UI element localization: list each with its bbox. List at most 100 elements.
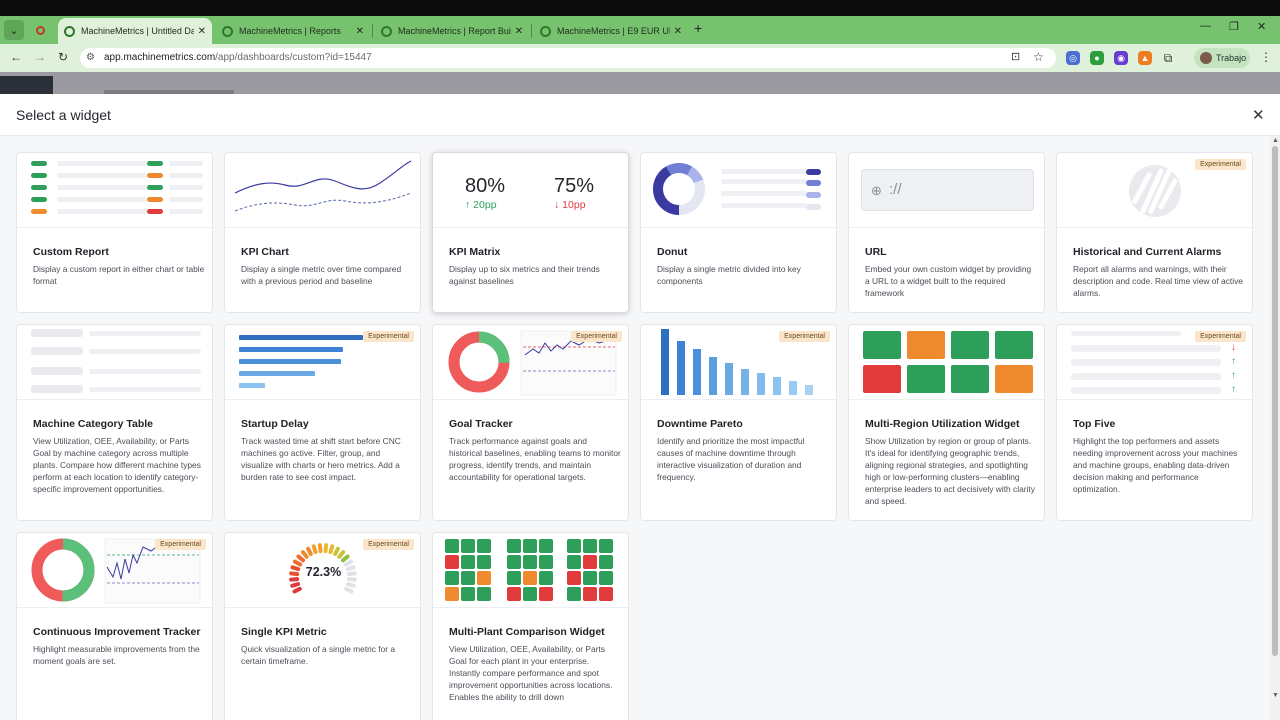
reload-icon[interactable]: ↻	[58, 50, 68, 64]
widget-title: Goal Tracker	[449, 418, 513, 430]
widget-card-kpi-chart[interactable]: KPI Chart Display a single metric over t…	[224, 152, 421, 313]
plant-tile	[507, 587, 521, 601]
widget-title: Machine Category Table	[33, 418, 154, 430]
widget-card-donut[interactable]: Donut Display a single metric divided in…	[640, 152, 837, 313]
tab-search-icon[interactable]: ⌄	[4, 20, 24, 40]
scroll-up-icon[interactable]: ▲	[1272, 137, 1279, 144]
alarms-preview: Experimental	[1057, 153, 1252, 228]
profile-button[interactable]: Trabajo	[1194, 48, 1250, 68]
plant-tile	[507, 571, 521, 585]
tab-reports[interactable]: MachineMetrics | Reports ✕	[216, 18, 370, 44]
gauge-segment	[340, 554, 350, 563]
widget-card-url[interactable]: ⊕ :// URL Embed your own custom widget b…	[848, 152, 1045, 313]
bookmark-star-icon[interactable]: ☆	[1033, 50, 1044, 64]
gauge-segment	[306, 546, 313, 557]
extension-icon-2[interactable]: ●	[1090, 51, 1104, 65]
widget-description: Quick visualization of a single metric f…	[241, 644, 396, 666]
widget-description: Identify and prioritize the most impactf…	[657, 436, 805, 482]
arrow-up-icon: ↑	[1231, 356, 1236, 367]
tab-separator	[531, 24, 532, 38]
widget-card-multi-plant-comparison[interactable]: Multi-Plant Comparison Widget View Utili…	[432, 532, 629, 720]
widget-description: View Utilization, OEE, Availability, or …	[33, 436, 201, 494]
widget-description: Embed your own custom widget by providin…	[865, 264, 1032, 298]
plant-tile	[567, 571, 581, 585]
continuous-improvement-preview: Experimental	[17, 533, 212, 608]
widget-grid: Custom Report Display a custom report in…	[0, 136, 1270, 720]
minimize-icon[interactable]: —	[1200, 20, 1211, 32]
experimental-badge: Experimental	[571, 331, 622, 342]
new-tab-icon[interactable]: +	[694, 20, 702, 36]
gauge-segment	[290, 582, 300, 588]
plant-tile	[445, 555, 459, 569]
widget-card-historical-alarms[interactable]: Experimental Historical and Current Alar…	[1056, 152, 1253, 313]
avatar	[1200, 52, 1212, 64]
extensions-puzzle-icon[interactable]: ⧉	[1161, 51, 1175, 65]
gauge-segment	[328, 544, 335, 555]
widget-card-custom-report[interactable]: Custom Report Display a custom report in…	[16, 152, 213, 313]
plant-tile	[523, 555, 537, 569]
widget-description: Display up to six metrics and their tren…	[449, 264, 600, 286]
record-icon[interactable]	[30, 20, 50, 40]
widget-card-startup-delay[interactable]: Experimental Startup Delay Track wasted …	[224, 324, 421, 521]
plant-tile	[461, 539, 475, 553]
single-kpi-preview: Experimental 72.3%	[225, 533, 420, 608]
machinemetrics-favicon-icon	[381, 25, 392, 37]
plant-tile	[461, 571, 475, 585]
tab-untitled-dash[interactable]: MachineMetrics | Untitled Dash ✕	[58, 18, 212, 44]
url-input[interactable]: ⚙ app.machinemetrics.com/app/dashboards/…	[80, 48, 1056, 68]
plant-tile	[599, 587, 613, 601]
experimental-badge: Experimental	[1195, 331, 1246, 342]
widget-title: Donut	[657, 246, 688, 258]
extension-icon-3[interactable]: ◉	[1114, 51, 1128, 65]
widget-card-kpi-matrix[interactable]: 80% ↑ 20pp 75% ↓ 10pp KPI Matrix Display…	[432, 152, 629, 313]
plant-tile	[477, 539, 491, 553]
widget-card-downtime-pareto[interactable]: Experimental Downtime Pareto Identify an…	[640, 324, 837, 521]
goal-tracker-preview: Experimental	[433, 325, 628, 400]
multi-plant-preview	[433, 533, 628, 608]
experimental-badge: Experimental	[1195, 159, 1246, 170]
widget-title: Startup Delay	[241, 418, 309, 430]
tab-close-icon[interactable]: ✕	[515, 26, 523, 37]
plant-tile	[599, 555, 613, 569]
tab-close-icon[interactable]: ✕	[356, 26, 364, 37]
widget-title: KPI Chart	[241, 246, 289, 258]
widget-card-continuous-improvement[interactable]: Experimental Continuous Improvement Trac…	[16, 532, 213, 720]
tab-close-icon[interactable]: ✕	[674, 26, 682, 37]
widget-title: Multi-Plant Comparison Widget	[449, 626, 605, 638]
back-arrow-icon[interactable]: ←	[10, 50, 22, 64]
widget-description: View Utilization, OEE, Availability, or …	[449, 644, 613, 702]
plant-tile	[477, 587, 491, 601]
arrow-down-icon: ↓	[554, 199, 563, 211]
scrollbar-thumb[interactable]	[1272, 146, 1278, 656]
maximize-icon[interactable]: ❐	[1229, 20, 1239, 33]
widget-card-multi-region-utilization[interactable]: Multi-Region Utilization Widget Show Uti…	[848, 324, 1045, 521]
tab-close-icon[interactable]: ✕	[198, 26, 206, 37]
browser-menu-icon[interactable]: ⋮	[1260, 50, 1272, 64]
widget-card-goal-tracker[interactable]: Experimental Goal Tracker Track performa…	[432, 324, 629, 521]
tab-e9-eur[interactable]: MachineMetrics | E9 EUR UMA ✕	[534, 18, 688, 44]
widget-card-machine-category-table[interactable]: Machine Category Table View Utilization,…	[16, 324, 213, 521]
arrow-up-icon: ↑	[1231, 384, 1236, 395]
tab-separator	[372, 24, 373, 38]
gauge-segment	[344, 586, 354, 594]
extension-icon-1[interactable]: ◎	[1066, 51, 1080, 65]
window-close-icon[interactable]: ✕	[1257, 20, 1266, 33]
widget-description: Report all alarms and warnings, with the…	[1073, 264, 1243, 298]
scroll-down-icon[interactable]: ▼	[1272, 692, 1279, 699]
extension-icon-4[interactable]: ▲	[1138, 51, 1152, 65]
plant-tile	[583, 555, 597, 569]
plant-tile	[539, 587, 553, 601]
widget-card-top-five[interactable]: Experimental ↓ ↑ ↑ ↑ Top Five Highlight …	[1056, 324, 1253, 521]
machinemetrics-favicon-icon	[540, 25, 551, 37]
forward-arrow-icon[interactable]: →	[34, 50, 46, 64]
startup-delay-preview: Experimental	[225, 325, 420, 400]
close-icon[interactable]: ✕	[1252, 106, 1265, 124]
translate-icon[interactable]: ⊡	[1011, 50, 1020, 63]
experimental-badge: Experimental	[363, 539, 414, 550]
widget-card-single-kpi-metric[interactable]: Experimental 72.3% Single KPI Metric Qui…	[224, 532, 421, 720]
tab-report-builder[interactable]: MachineMetrics | Report Builde ✕	[375, 18, 529, 44]
widget-description: Track performance against goals and hist…	[449, 436, 621, 482]
site-info-icon[interactable]: ⚙	[86, 52, 95, 63]
plant-tile	[583, 539, 597, 553]
widget-description: Display a single metric over time compar…	[241, 264, 402, 286]
